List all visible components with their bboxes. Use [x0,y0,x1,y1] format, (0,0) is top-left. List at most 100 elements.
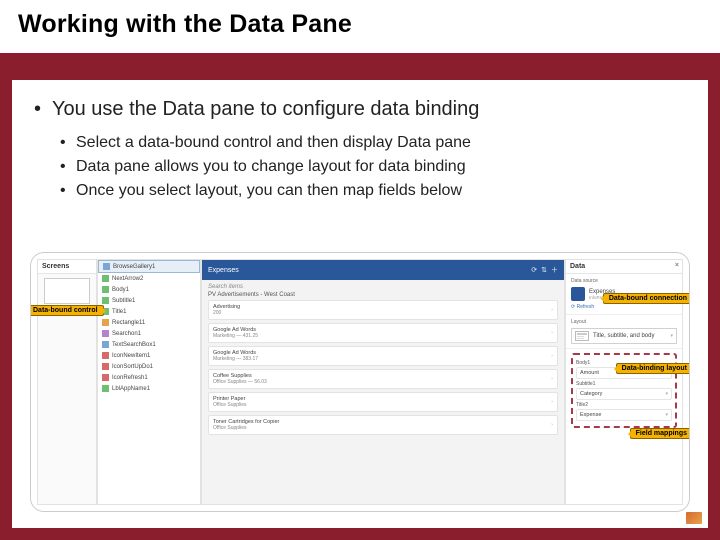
slide: Working with the Data Pane You use the D… [0,0,720,540]
layout-selector[interactable]: Title, subtitle, and body ▾ [571,328,677,344]
card-meta: Office Supplies [213,425,279,431]
gallery-card[interactable]: Google Ad WordsMarketing — 431.25› [208,323,558,343]
tree-label: IconNewItem1 [112,353,150,359]
tree-item[interactable]: Title1 [98,306,200,317]
tree-label: IconSortUpDo1 [112,364,153,370]
chevron-right-icon: › [551,307,553,313]
data-pane-title: Data [570,263,585,270]
tree-label: Body1 [112,287,129,293]
canvas-preview: Expenses ⟳⇅＋ Search items PV Advertiseme… [201,259,565,505]
layout-block: Layout Title, subtitle, and body ▾ [566,315,682,349]
tree-label: NextArrow2 [112,276,143,282]
chevron-down-icon: ▾ [665,412,668,418]
gallery-section-title: PV Advertisements - West Coast [208,292,558,298]
label-icon [102,385,109,392]
layout-label: Layout [571,319,677,325]
layout-selected: Title, subtitle, and body [593,333,654,339]
tree-label: Rectangle11 [112,320,145,326]
bullet-sub: Data pane allows you to change layout fo… [34,155,686,179]
field-value: Amount [580,370,599,376]
refresh-icon[interactable]: ⟳ [531,267,537,274]
data-source-label: Data source [571,278,677,284]
screens-pane: Screens BrowseScreen1 [37,259,97,505]
tree-item[interactable]: TextSearchBox1 [98,339,200,350]
card-meta: Office Supplies — 56.03 [213,379,267,385]
gallery-icon [103,263,110,270]
field-dropdown[interactable]: Expense ▾ [576,409,672,421]
text-icon [102,286,109,293]
plus-icon [102,352,109,359]
search-icon [102,330,109,337]
gallery-body: Search items PV Advertisements - West Co… [202,280,564,504]
slide-title: Working with the Data Pane [18,10,702,39]
app-screenshot: Screens BrowseScreen1 BrowseGallery1 Nex… [37,259,683,505]
callout-data-binding-layout: Data-binding layout [616,363,690,374]
chevron-right-icon: › [551,422,553,428]
app-titlebar: Expenses ⟳⇅＋ [202,260,564,280]
tree-item[interactable]: IconNewItem1 [98,350,200,361]
tree-label: BrowseGallery1 [113,264,155,270]
field-value: Expense [580,412,601,418]
chevron-down-icon: ▾ [665,391,668,397]
gallery-card[interactable]: Coffee SuppliesOffice Supplies — 56.03› [208,369,558,389]
gallery-card[interactable]: Toner Cartridges for CopierOffice Suppli… [208,415,558,435]
control-tree-pane: BrowseGallery1 NextArrow2 Body1 Subtitle… [97,259,201,505]
callout-data-bound-connection: Data-bound connection [603,293,690,304]
tree-item[interactable]: Subtitle1 [98,295,200,306]
tree-label: Title1 [112,309,126,315]
tree-label: LblAppName1 [112,386,150,392]
textbox-icon [102,341,109,348]
gallery-card[interactable]: Printer PaperOffice Supplies› [208,392,558,412]
tree-item[interactable]: IconSortUpDo1 [98,361,200,372]
field-dropdown[interactable]: Category ▾ [576,388,672,400]
field-value: Category [580,391,602,397]
refresh-link[interactable]: ⟳ Refresh [571,304,677,310]
tree-item[interactable]: Searchon1 [98,328,200,339]
chevron-down-icon: ▾ [670,333,673,339]
bullet-sub: Select a data-bound control and then dis… [34,131,686,155]
tree-item[interactable]: IconRefresh1 [98,372,200,383]
layout-thumb-icon [575,331,589,341]
card-meta: Marketing — 383.17 [213,356,258,362]
footer-logo-icon [686,512,702,524]
callout-field-mappings: Field mappings [630,428,690,439]
rect-icon [102,319,109,326]
chevron-right-icon: › [551,376,553,382]
search-placeholder[interactable]: Search items [208,284,558,290]
chevron-right-icon: › [551,353,553,359]
slide-content: You use the Data pane to configure data … [12,80,708,528]
card-meta: 200 [213,310,240,316]
slide-header: Working with the Data Pane [0,0,720,53]
chevron-right-icon: › [551,330,553,336]
appbar-icons: ⟳ ⇅ ＋ [527,265,558,275]
tree-item[interactable]: Body1 [98,284,200,295]
arrow-icon [102,275,109,282]
tree-label: Subtitle1 [112,298,135,304]
tree-item[interactable]: NextArrow2 [98,273,200,284]
field-label: Title2 [576,402,672,408]
sort-icon [102,363,109,370]
onedrive-icon [571,287,585,301]
screenshot-frame: Data-bound control Data-bound connection… [30,252,690,512]
chevron-right-icon: › [551,399,553,405]
plus-icon[interactable]: ＋ [551,267,558,274]
tree-label: TextSearchBox1 [112,342,156,348]
data-pane-header: Data × [566,260,682,274]
field-label: Subtitle1 [576,381,672,387]
tree-item[interactable]: LblAppName1 [98,383,200,394]
close-icon[interactable]: × [675,262,679,269]
sort-icon[interactable]: ⇅ [541,267,547,274]
tree-label: IconRefresh1 [112,375,148,381]
tree-item-selected[interactable]: BrowseGallery1 [98,260,200,273]
gallery-card[interactable]: Advertising200› [208,300,558,320]
tree-item[interactable]: Rectangle11 [98,317,200,328]
bullet-main: You use the Data pane to configure data … [34,98,686,121]
callout-data-bound-control: Data-bound control [30,305,104,316]
card-meta: Marketing — 431.25 [213,333,258,339]
tree-label: Searchon1 [112,331,141,337]
screen-thumb [44,278,90,304]
card-meta: Office Supplies [213,402,247,408]
bullet-sub: Once you select layout, you can then map… [34,179,686,203]
screens-header: Screens [38,260,96,274]
gallery-card[interactable]: Google Ad WordsMarketing — 383.17› [208,346,558,366]
